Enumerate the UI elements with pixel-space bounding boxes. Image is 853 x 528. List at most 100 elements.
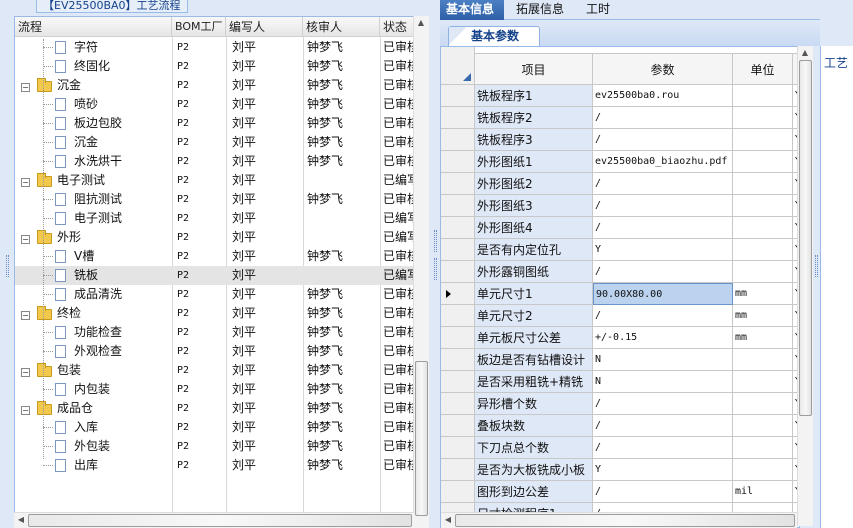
parameter-row[interactable]: 是否采用粗铣+精铣NY [441, 371, 799, 393]
row-indicator[interactable] [441, 305, 475, 327]
parameter-value[interactable]: Y [593, 239, 733, 261]
parameter-value[interactable]: / [593, 437, 733, 459]
scroll-thumb[interactable] [415, 361, 428, 516]
expander-icon[interactable]: − [21, 80, 30, 94]
tab-work-hours[interactable]: 工时 [580, 0, 616, 20]
col-header-unit[interactable]: 单位 [733, 53, 793, 85]
row-indicator[interactable] [441, 415, 475, 437]
parameter-row[interactable]: 外形图纸2/Y [441, 173, 799, 195]
row-indicator[interactable] [441, 173, 475, 195]
scroll-thumb[interactable] [455, 514, 795, 527]
parameter-value[interactable]: / [593, 261, 733, 283]
right-collapse-grip[interactable] [815, 255, 818, 277]
tree-row[interactable]: − 电子测试 P2 刘平 已编写 [15, 171, 419, 190]
row-indicator[interactable] [441, 107, 475, 129]
parameter-row[interactable]: 外形图纸4/Y [441, 217, 799, 239]
parameter-value[interactable]: N [593, 349, 733, 371]
tree-row[interactable]: V槽 P2 刘平 钟梦飞 已审核 [15, 247, 419, 266]
col-header-flow[interactable]: 流程 [15, 17, 172, 37]
scroll-up-icon[interactable]: ▲ [416, 18, 426, 28]
tree-row[interactable]: 内包装 P2 刘平 钟梦飞 已审核 [15, 380, 419, 399]
parameter-value[interactable]: / [593, 195, 733, 217]
scroll-up-icon[interactable]: ▲ [800, 48, 810, 58]
row-indicator[interactable] [441, 371, 475, 393]
parameter-row[interactable]: 铣板程序2/Y [441, 107, 799, 129]
tab-basic-params[interactable]: 基本参数 [448, 26, 540, 46]
tree-row[interactable]: 电子测试 P2 刘平 已编写 [15, 209, 419, 228]
parameter-value[interactable]: / [593, 217, 733, 239]
parameter-row[interactable]: 是否为大板铣成小板YY [441, 459, 799, 481]
tree-row[interactable]: 喷砂 P2 刘平 钟梦飞 已审核 [15, 95, 419, 114]
parameter-value[interactable]: / [593, 305, 733, 327]
parameter-row[interactable]: 下刀点总个数/Y [441, 437, 799, 459]
row-indicator[interactable] [441, 283, 475, 305]
row-indicator[interactable] [441, 151, 475, 173]
tree-row[interactable]: 板边包胶 P2 刘平 钟梦飞 已审核 [15, 114, 419, 133]
far-panel-tab[interactable]: 工艺 [824, 54, 848, 71]
tree-row[interactable]: − 沉金 P2 刘平 钟梦飞 已审核 [15, 76, 419, 95]
parameter-row[interactable]: 是否有内定位孔YY [441, 239, 799, 261]
parameter-row[interactable]: 图形到边公差/milY [441, 481, 799, 503]
parameter-row[interactable]: 异形槽个数/Y [441, 393, 799, 415]
row-indicator[interactable] [441, 437, 475, 459]
parameter-value[interactable]: / [593, 481, 733, 503]
tree-row[interactable]: 阻抗测试 P2 刘平 钟梦飞 已审核 [15, 190, 419, 209]
col-header-param[interactable]: 参数 [593, 53, 733, 85]
tree-row[interactable]: 终固化 P2 刘平 钟梦飞 已审核 [15, 57, 419, 76]
parameter-value[interactable]: Y [593, 459, 733, 481]
tree-row[interactable]: 功能检查 P2 刘平 钟梦飞 已审核 [15, 323, 419, 342]
parameter-value[interactable]: N [593, 371, 733, 393]
tree-row[interactable]: 成品清洗 P2 刘平 钟梦飞 已审核 [15, 285, 419, 304]
row-indicator[interactable] [441, 85, 475, 107]
tree-row[interactable]: − 成品仓 P2 刘平 钟梦飞 已审核 [15, 399, 419, 418]
parameter-value[interactable]: / [593, 107, 733, 129]
parameter-value[interactable]: / [593, 393, 733, 415]
parameter-value[interactable]: ev25500ba0_biaozhu.pdf [593, 151, 733, 173]
tree-row[interactable]: 水洗烘干 P2 刘平 钟梦飞 已审核 [15, 152, 419, 171]
expander-icon[interactable]: − [21, 232, 30, 246]
tab-basic-info[interactable]: 基本信息 [440, 0, 504, 20]
col-header-writer[interactable]: 编写人 [226, 17, 303, 37]
parameter-row[interactable]: 外形图纸1ev25500ba0_biaozhu.pdfY [441, 151, 799, 173]
scroll-left-icon[interactable]: ◀ [443, 515, 453, 525]
parameter-value[interactable]: +/-0.15 [593, 327, 733, 349]
scroll-left-icon[interactable]: ◀ [16, 515, 26, 525]
tree-row[interactable]: 铣板 P2 刘平 已编写 [15, 266, 419, 285]
col-header-reviewer[interactable]: 核审人 [303, 17, 380, 37]
parameter-row[interactable]: 外形露铜图纸/Y [441, 261, 799, 283]
parameter-value[interactable]: / [593, 129, 733, 151]
splitter-grip[interactable] [434, 258, 437, 280]
parameter-value[interactable]: ev25500ba0.rou [593, 85, 733, 107]
row-indicator[interactable] [441, 239, 475, 261]
row-indicator[interactable] [441, 129, 475, 151]
row-indicator[interactable] [441, 217, 475, 239]
tab-extended-info[interactable]: 拓展信息 [510, 0, 570, 20]
expander-icon[interactable]: − [21, 308, 30, 322]
row-indicator[interactable] [441, 349, 475, 371]
parameter-row[interactable]: 板边是否有钻槽设计NY [441, 349, 799, 371]
tree-row[interactable]: 外包装 P2 刘平 钟梦飞 已审核 [15, 437, 419, 456]
tree-row[interactable]: − 终检 P2 刘平 钟梦飞 已审核 [15, 304, 419, 323]
tree-row[interactable]: − 外形 P2 刘平 已编写 [15, 228, 419, 247]
row-indicator[interactable] [441, 459, 475, 481]
expander-icon[interactable]: − [21, 365, 30, 379]
tree-vertical-scrollbar[interactable]: ▲ [413, 16, 429, 528]
scroll-thumb[interactable] [28, 514, 412, 527]
tree-row[interactable]: 沉金 P2 刘平 钟梦飞 已审核 [15, 133, 419, 152]
parameter-row[interactable]: 外形图纸3/Y [441, 195, 799, 217]
parameter-row[interactable]: 叠板块数/Y [441, 415, 799, 437]
row-indicator[interactable] [441, 195, 475, 217]
row-indicator[interactable] [441, 327, 475, 349]
tree-horizontal-scrollbar[interactable]: ◀ [14, 512, 414, 528]
expander-icon[interactable]: − [21, 175, 30, 189]
parameter-row[interactable]: 铣板程序3/Y [441, 129, 799, 151]
parameter-value[interactable]: / [593, 173, 733, 195]
parameter-row[interactable]: 单元板尺寸公差+/-0.15mmY [441, 327, 799, 349]
parameter-value[interactable]: / [593, 415, 733, 437]
row-indicator[interactable] [441, 481, 475, 503]
parameter-row[interactable]: 铣板程序1ev25500ba0.rouY [441, 85, 799, 107]
row-indicator[interactable] [441, 393, 475, 415]
scroll-thumb[interactable] [799, 60, 812, 416]
parameter-row[interactable]: 单元尺寸2/mmY [441, 305, 799, 327]
col-header-item[interactable]: 项目 [475, 53, 593, 85]
